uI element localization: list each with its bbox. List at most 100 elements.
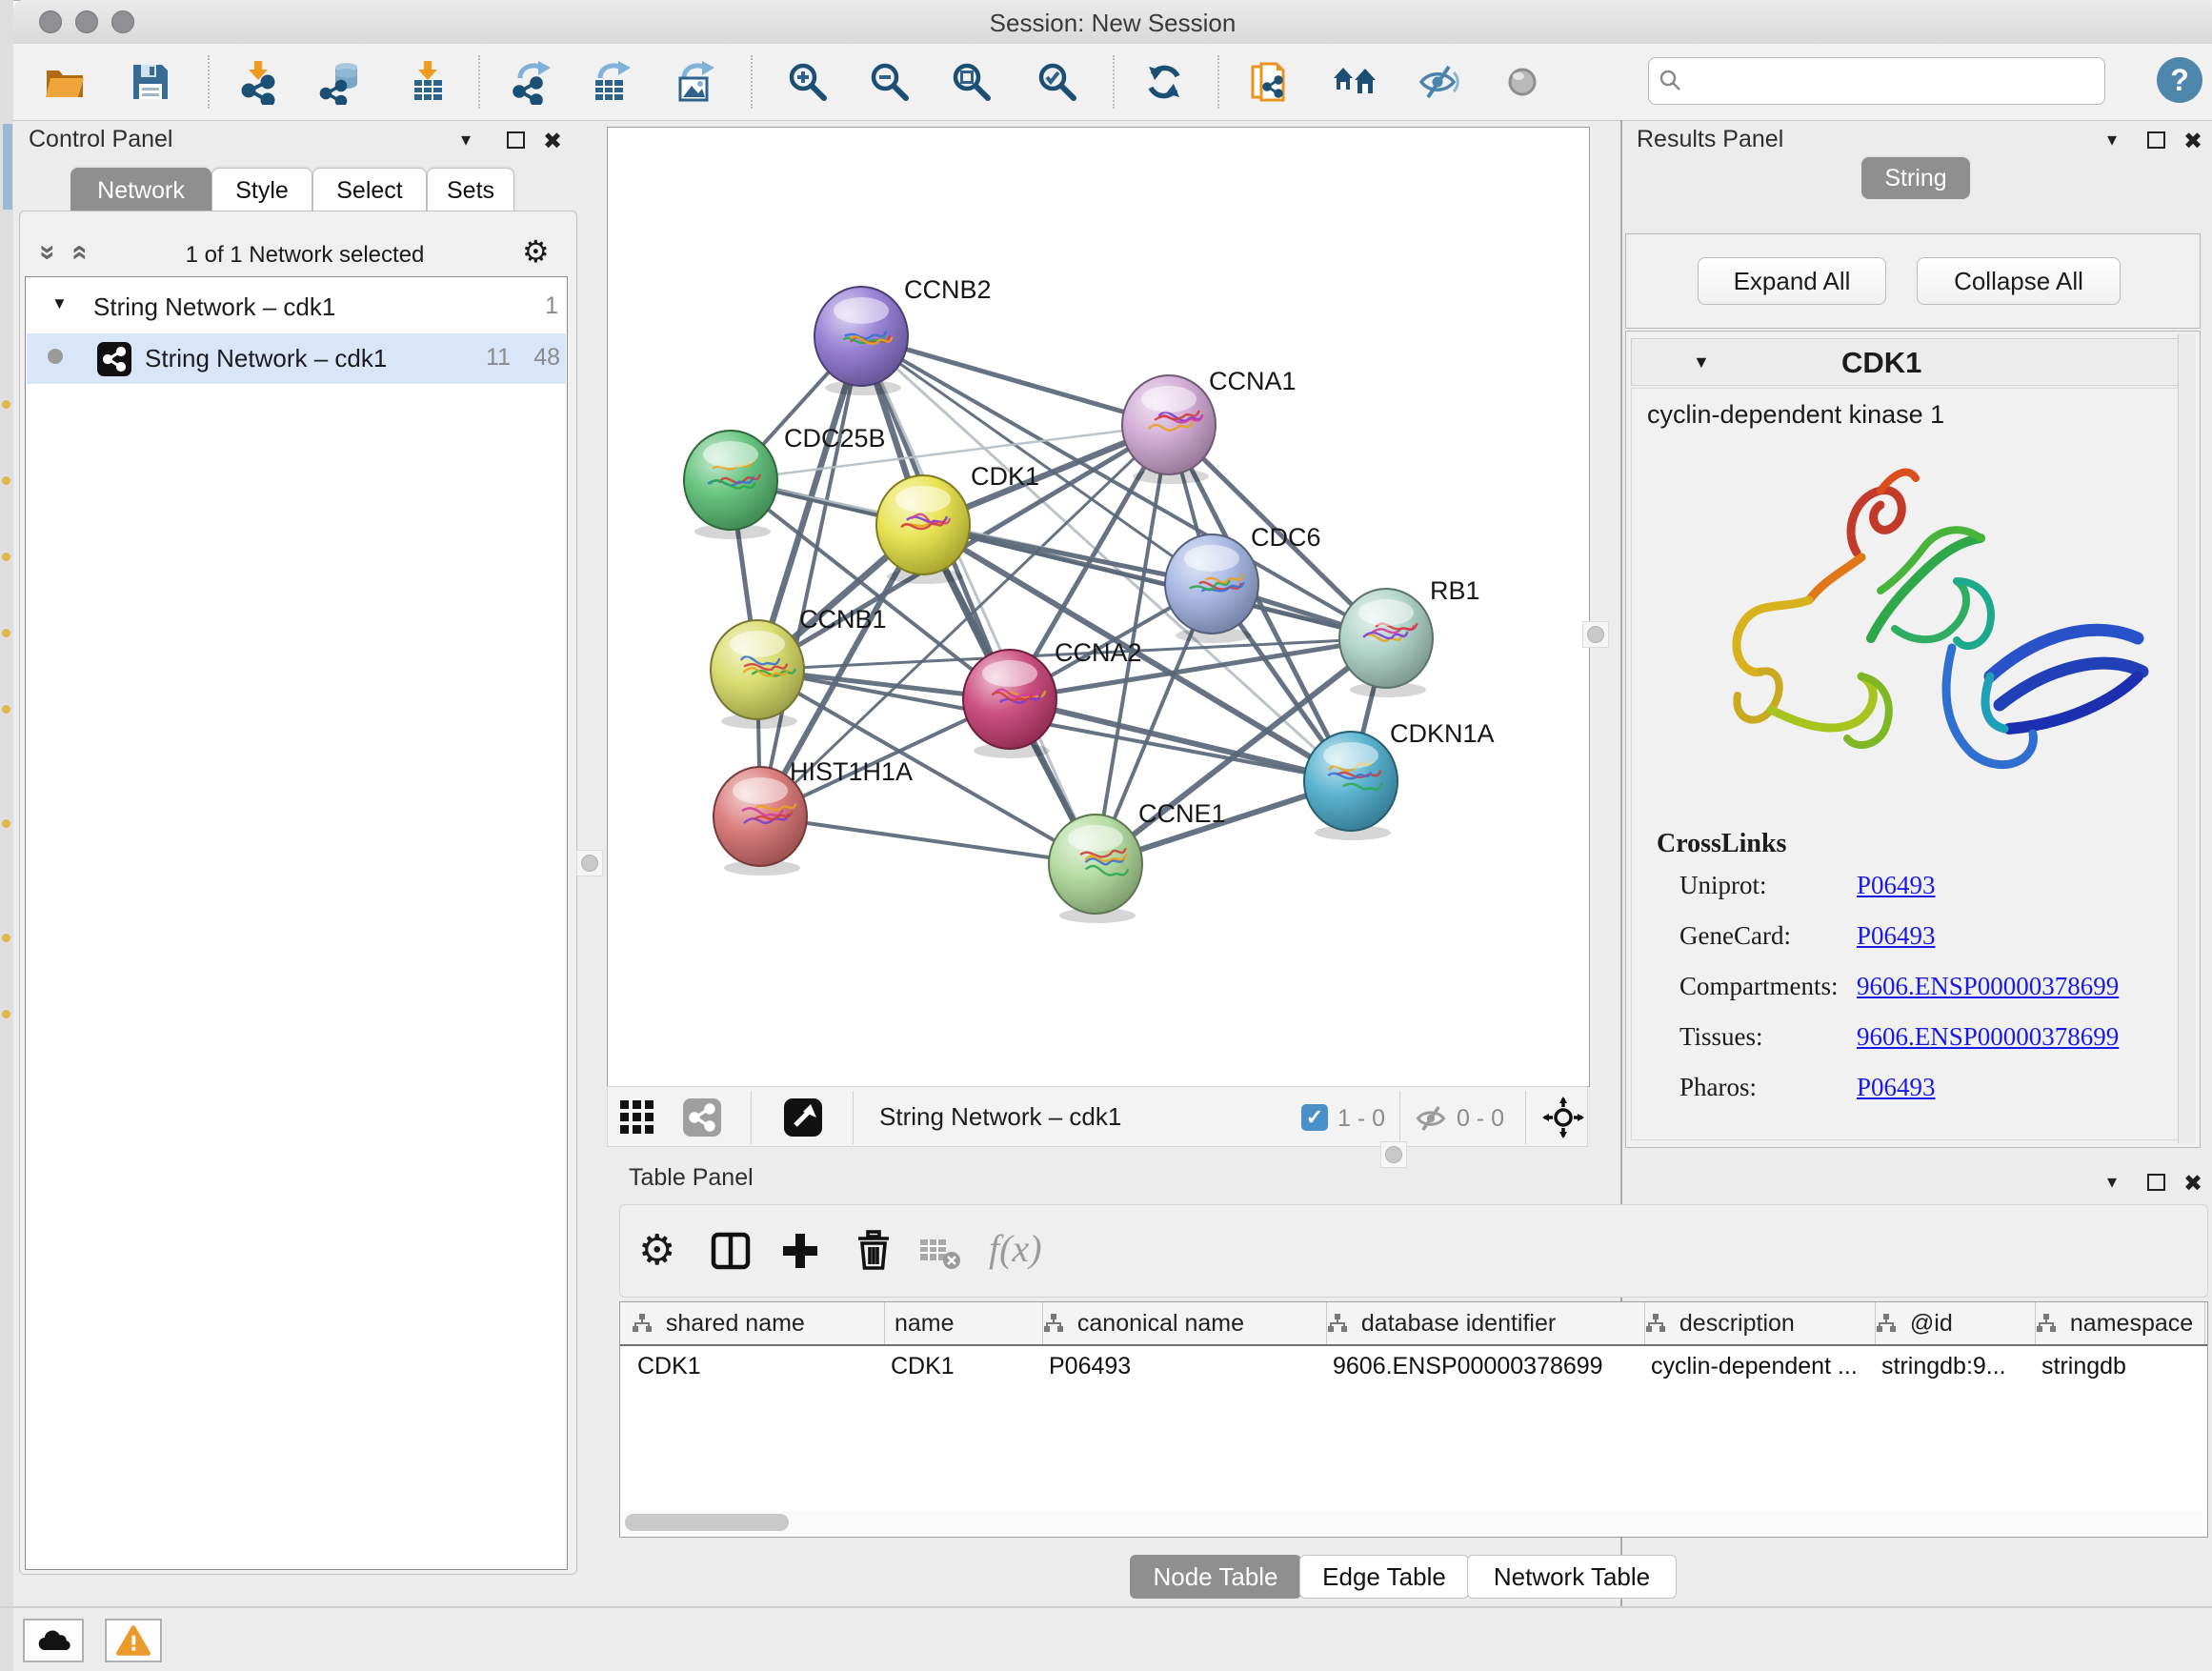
network-node-CCNB1[interactable] xyxy=(711,620,804,729)
network-share-icon[interactable] xyxy=(683,1098,721,1137)
import-network-file-icon[interactable] xyxy=(236,59,282,105)
pan-crosshair-icon[interactable] xyxy=(1542,1097,1584,1138)
crosslink-value[interactable]: P06493 xyxy=(1857,1073,1936,1102)
table-cell[interactable]: CDK1 xyxy=(637,1346,891,1386)
column-header-description[interactable]: description xyxy=(1645,1302,1876,1344)
table-cell[interactable]: stringdb xyxy=(2041,1346,2208,1386)
search-input[interactable] xyxy=(1648,57,2105,105)
grid-view-icon[interactable] xyxy=(618,1098,656,1137)
tab-sets[interactable]: Sets xyxy=(427,168,514,213)
tab-style[interactable]: Style xyxy=(211,168,312,213)
birds-eye-view-icon[interactable] xyxy=(784,1098,822,1137)
zoom-selected-icon[interactable] xyxy=(1035,59,1080,105)
table-panel-close-icon[interactable]: ✖ xyxy=(2183,1170,2202,1198)
show-columns-icon[interactable] xyxy=(708,1228,754,1274)
network-edge-CCNB2-HIST1H1A[interactable] xyxy=(760,336,861,816)
network-column-icon xyxy=(1043,1313,1064,1334)
export-network-icon[interactable] xyxy=(509,59,554,105)
table-cell[interactable]: CDK1 xyxy=(891,1346,1049,1386)
zoom-out-icon[interactable] xyxy=(867,59,913,105)
export-image-icon[interactable] xyxy=(673,59,718,105)
crosslink-value[interactable]: 9606.ENSP00000378699 xyxy=(1857,972,2119,1001)
warning-button[interactable] xyxy=(105,1619,162,1662)
crosslink-value[interactable]: 9606.ENSP00000378699 xyxy=(1857,1022,2119,1052)
table-cell[interactable]: 9606.ENSP00000378699 xyxy=(1333,1346,1651,1386)
selected-count: 1 - 0 xyxy=(1337,1105,1385,1133)
cloud-button[interactable] xyxy=(23,1619,84,1662)
column-header-database-identifier[interactable]: database identifier xyxy=(1327,1302,1645,1344)
column-header-name[interactable]: name xyxy=(885,1302,1043,1344)
zoom-in-icon[interactable] xyxy=(785,59,831,105)
table-hscrollbar-track[interactable] xyxy=(621,1511,2202,1534)
export-table-icon[interactable] xyxy=(589,59,634,105)
results-panel-float-icon[interactable] xyxy=(2147,131,2165,149)
network-panel-gear-icon[interactable]: ⚙ xyxy=(522,236,550,267)
crosslink-value[interactable]: P06493 xyxy=(1857,921,1936,951)
network-edge-HIST1H1A-CCNE1[interactable] xyxy=(760,816,1096,864)
apply-layout-icon[interactable] xyxy=(1141,59,1187,105)
node-table: shared namename canonical name database … xyxy=(619,1301,2208,1538)
help-button[interactable]: ? xyxy=(2157,57,2202,103)
results-panel-menu-icon[interactable]: ▾ xyxy=(2107,128,2117,151)
network-node-CCNB2[interactable] xyxy=(814,287,908,395)
tab-node-table[interactable]: Node Table xyxy=(1130,1555,1301,1599)
column-header-@id[interactable]: @id xyxy=(1876,1302,2036,1344)
tab-edge-table[interactable]: Edge Table xyxy=(1299,1555,1469,1599)
table-panel-menu-icon[interactable]: ▾ xyxy=(2107,1170,2117,1194)
bottom-splitter-handle[interactable] xyxy=(1380,1141,1407,1168)
control-panel-menu-icon[interactable]: ▾ xyxy=(461,128,471,151)
zoom-fit-icon[interactable] xyxy=(949,59,995,105)
network-column-icon xyxy=(632,1313,653,1334)
delete-column-icon[interactable] xyxy=(851,1228,896,1274)
network-canvas[interactable]: CCNB2CCNA1CDC25BCDK1CDC6RB1CCNB1CCNA2CDK… xyxy=(607,127,1590,1087)
network-edge-CCNB2-CCNA1[interactable] xyxy=(861,336,1169,425)
tab-network-table[interactable]: Network Table xyxy=(1467,1555,1677,1599)
right-splitter-handle[interactable] xyxy=(1582,621,1609,648)
network-file-icon[interactable] xyxy=(1248,59,1294,105)
home-icon[interactable] xyxy=(1332,59,1377,105)
expand-all-networks-icon[interactable]: « xyxy=(64,245,96,261)
add-column-icon[interactable] xyxy=(777,1228,823,1274)
gene-section-header[interactable]: ▼ CDK1 xyxy=(1631,338,2193,386)
collapse-all-button[interactable]: Collapse All xyxy=(1917,257,2121,305)
import-table-file-icon[interactable] xyxy=(406,59,452,105)
table-panel-float-icon[interactable] xyxy=(2147,1174,2165,1191)
expander-icon[interactable]: ▼ xyxy=(51,294,68,313)
column-header-canonical-name[interactable]: canonical name xyxy=(1043,1302,1327,1344)
selected-nodes-checkbox[interactable]: ✓ xyxy=(1301,1104,1328,1131)
network-view-toolbar: String Network – cdk1 ✓ 1 - 0 0 - 0 xyxy=(607,1086,1588,1147)
inactive-eye-icon[interactable] xyxy=(1499,59,1545,105)
network-node-CCNA1[interactable] xyxy=(1122,375,1216,484)
save-session-icon[interactable] xyxy=(128,59,173,105)
results-scrollbar[interactable] xyxy=(2178,333,2196,1143)
network-node-CCNE1[interactable] xyxy=(1049,815,1142,923)
tab-select[interactable]: Select xyxy=(312,168,427,213)
show-hide-details-icon[interactable] xyxy=(1416,59,1461,105)
table-hscrollbar-thumb[interactable] xyxy=(625,1514,789,1531)
network-tree-row-selected[interactable]: String Network – cdk1 11 48 xyxy=(27,333,566,384)
table-cell[interactable]: stringdb:9... xyxy=(1881,1346,2041,1386)
expand-all-button[interactable]: Expand All xyxy=(1698,257,1886,305)
table-settings-gear-icon[interactable]: ⚙ xyxy=(638,1228,684,1274)
network-node-CDKN1A[interactable] xyxy=(1304,732,1398,840)
results-panel-title: Results Panel xyxy=(1637,126,1783,153)
control-panel-close-icon[interactable]: ✖ xyxy=(543,128,562,155)
network-node-CDC25B[interactable] xyxy=(684,431,777,539)
hidden-eye-icon[interactable] xyxy=(1414,1101,1448,1136)
crosslink-value[interactable]: P06493 xyxy=(1857,871,1936,900)
network-tree-root-row[interactable]: ▼ String Network – cdk1 1 xyxy=(27,283,566,333)
collapse-section-icon[interactable]: ▼ xyxy=(1693,352,1710,372)
control-panel-float-icon[interactable] xyxy=(507,131,525,149)
tab-string[interactable]: String xyxy=(1861,157,1970,199)
import-network-database-icon[interactable] xyxy=(316,59,362,105)
results-panel-close-icon[interactable]: ✖ xyxy=(2183,128,2202,155)
open-session-icon[interactable] xyxy=(42,59,88,105)
table-cell[interactable]: P06493 xyxy=(1049,1346,1333,1386)
left-splitter-handle[interactable] xyxy=(576,850,603,876)
network-node-RB1[interactable] xyxy=(1339,589,1433,697)
column-header-shared-name[interactable]: shared name xyxy=(632,1302,885,1344)
table-cell[interactable]: cyclin-dependent ... xyxy=(1651,1346,1881,1386)
column-header-namespace[interactable]: namespace xyxy=(2036,1302,2205,1344)
tab-network[interactable]: Network xyxy=(70,168,211,213)
collapse-all-networks-icon[interactable]: » xyxy=(31,245,64,261)
